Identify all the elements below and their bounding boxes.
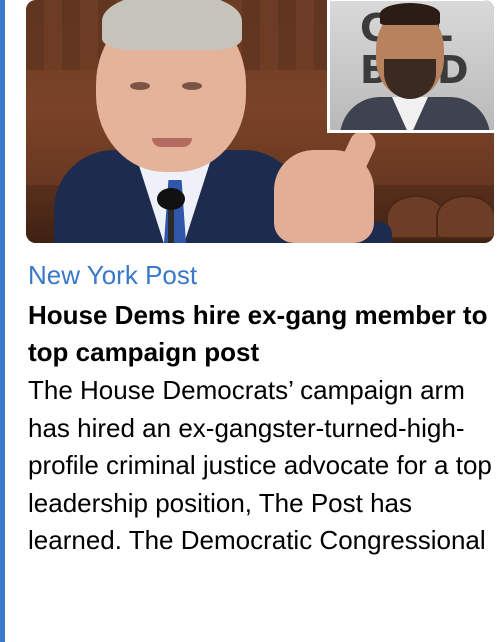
news-article-card[interactable]: C LL B ND New York Post House Dems hire … [24, 0, 498, 642]
article-summary: The House Democrats’ campaign arm has hi… [28, 375, 492, 555]
inset-portrait: C LL B ND [327, 0, 494, 133]
article-source[interactable]: New York Post [28, 258, 197, 292]
inset-hair [380, 3, 440, 25]
speaker-mouth [152, 138, 192, 147]
article-thumbnail[interactable]: C LL B ND [26, 0, 494, 243]
article-headline[interactable]: House Dems hire ex-gang member to top ca… [28, 297, 488, 371]
speaker-hair [102, 0, 242, 50]
microphone-icon [157, 188, 185, 210]
speaker-eye [182, 82, 202, 90]
left-accent-bar [0, 0, 5, 642]
carved-wood-ornament [436, 195, 494, 239]
speaker-eye [130, 82, 150, 90]
